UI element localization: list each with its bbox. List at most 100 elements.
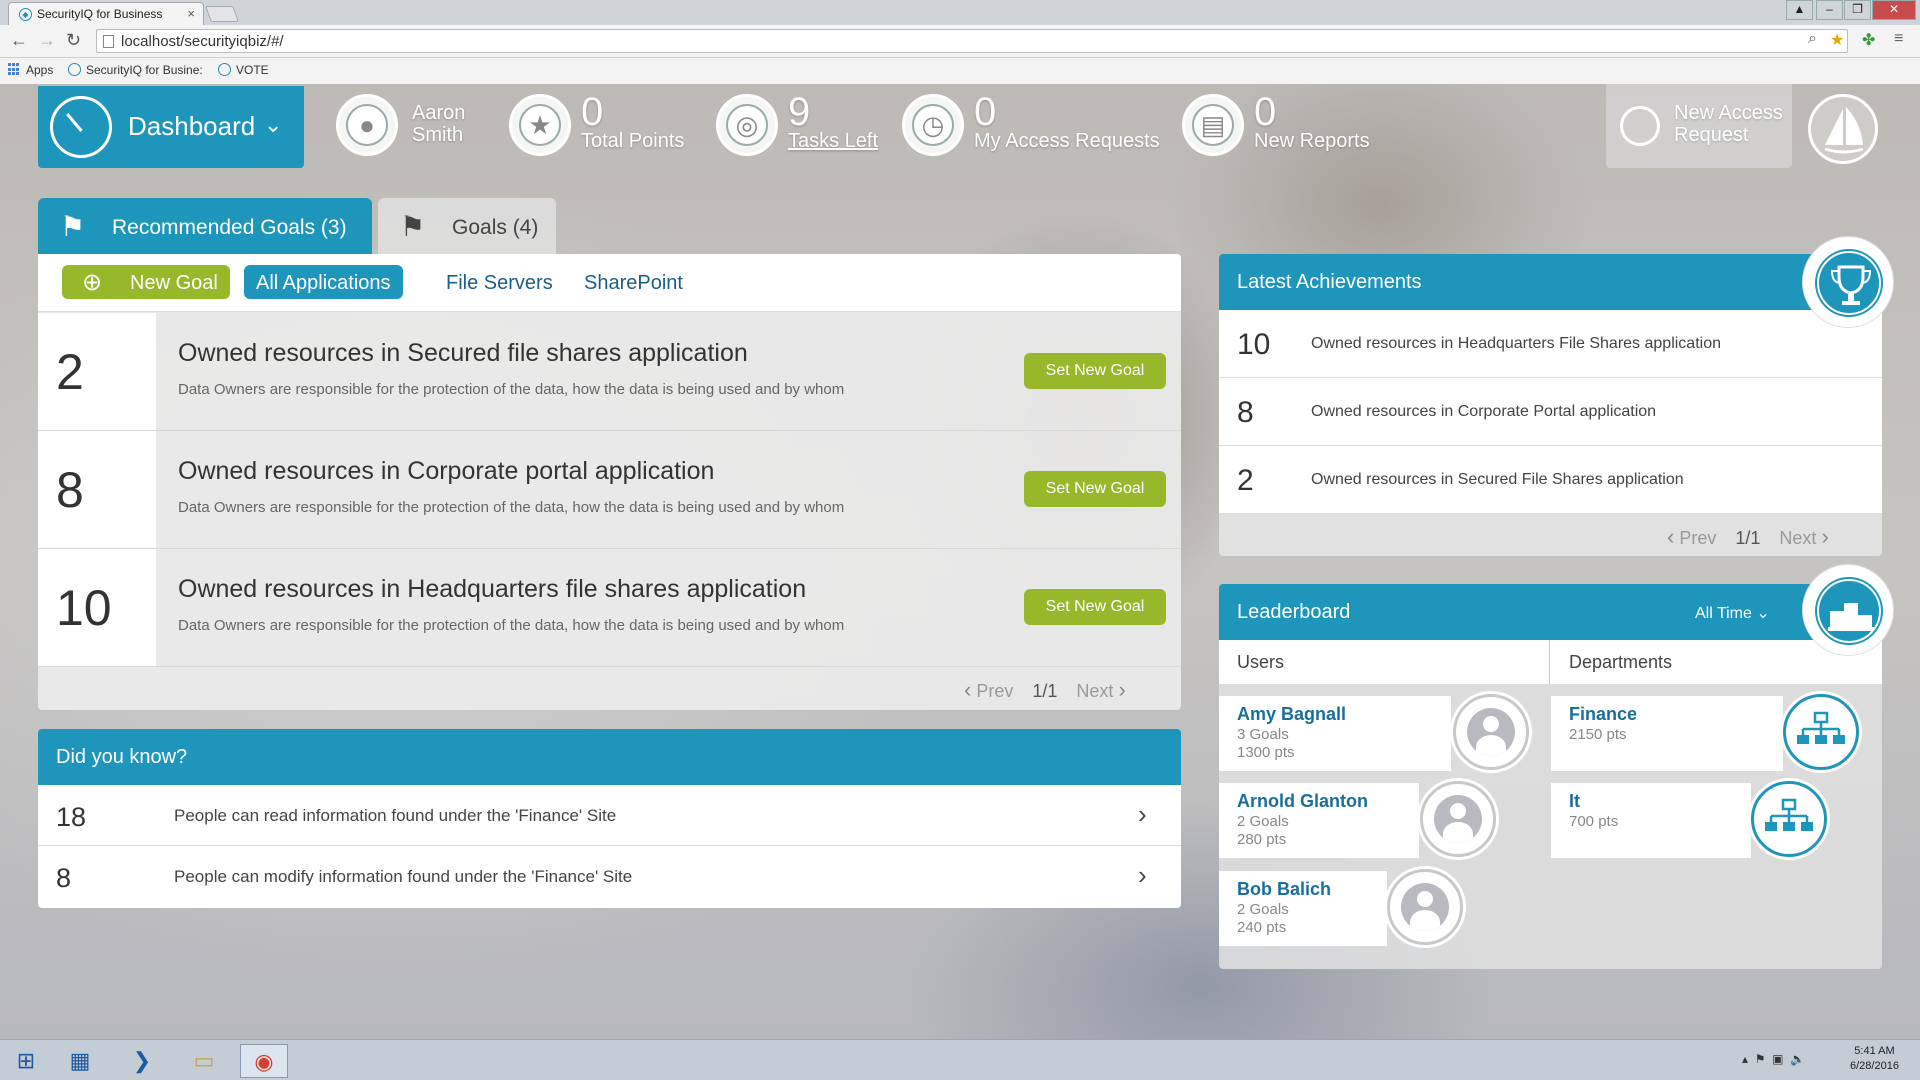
user-silhouette-icon [1434,795,1482,843]
browser-tab[interactable]: ◆ SecurityIQ for Business × [8,2,204,25]
org-chart-icon [1751,781,1827,857]
column-divider [1549,640,1550,684]
period-dropdown[interactable]: All Time ⌄ [1695,603,1770,623]
leaderboard-department[interactable]: Finance 2150 pts [1551,696,1783,771]
menu-icon[interactable]: ≡ [1894,30,1903,48]
clock[interactable]: 5:41 AM 6/28/2016 [1850,1044,1899,1074]
set-new-goal-button[interactable]: Set New Goal [1024,471,1166,507]
department-name: It [1569,791,1580,811]
period-value: All Time [1695,605,1752,622]
avatar [1387,869,1463,945]
filter-file-servers[interactable]: File Servers [434,265,565,299]
restore-button[interactable]: ❐ [1844,0,1871,20]
next-button[interactable]: Next [1779,528,1816,548]
document-icon: ▤ [1182,94,1244,156]
latest-achievements-title: Latest Achievements [1219,254,1882,310]
achievement-text: Owned resources in Secured File Shares a… [1311,471,1684,488]
url-input[interactable]: localhost/securityiqbiz/#/ [96,29,1848,53]
prev-button[interactable]: Prev [976,681,1013,701]
system-tray[interactable]: ▴ ⚑ ▣ 🔈 [1742,1052,1805,1066]
leaderboard-user[interactable]: Amy Bagnall 3 Goals 1300 pts [1219,696,1451,771]
address-bar: ← → ↻ localhost/securityiqbiz/#/ ⌕ ★ ✤ ≡ [0,25,1920,58]
windows-start-icon[interactable]: ⊞ [2,1044,50,1078]
did-you-know-title: Did you know? [38,729,1181,785]
securityiq-favicon-icon: ◆ [19,8,32,21]
goal-row: 2 Owned resources in Secured file shares… [38,313,1181,431]
tab-title: SecurityIQ for Business [37,7,163,21]
did-you-know-row[interactable]: 8 People can modify information found un… [38,846,1181,907]
did-you-know-row[interactable]: 18 People can read information found und… [38,785,1181,846]
minimize-button[interactable]: – [1816,0,1843,20]
chevron-down-icon: ⌄ [1756,605,1770,622]
tab-goals[interactable]: ⚑ Goals (4) [378,198,556,254]
powershell-icon[interactable]: ❯ [118,1044,166,1078]
access-requests-value: 0 [974,90,997,134]
server-manager-icon[interactable]: ▦ [56,1044,104,1078]
bookmark-star-icon[interactable]: ★ [1830,30,1844,50]
user-icon[interactable]: ▲ [1786,0,1813,20]
avatar: ● [336,94,398,156]
chevron-right-icon[interactable]: › [1118,677,1125,702]
total-points-value: 0 [581,90,604,134]
new-reports-label: New Reports [1254,130,1370,152]
chevron-right-icon[interactable]: › [1138,799,1147,830]
reload-icon[interactable]: ↻ [66,30,81,51]
bookmark-securityiq[interactable]: SecurityIQ for Busine: [68,63,203,77]
set-new-goal-button[interactable]: Set New Goal [1024,353,1166,389]
leaderboard-user[interactable]: Bob Balich 2 Goals 240 pts [1219,871,1387,946]
bookmark-vote[interactable]: VOTE [218,63,269,77]
zoom-icon[interactable]: ⌕ [1808,30,1817,48]
leaderboard-panel: Leaderboard All Time ⌄ Users Departments… [1219,584,1882,969]
page-icon [103,35,114,48]
new-tab-button[interactable] [205,6,239,22]
user-name: Arnold Glanton [1237,791,1368,811]
next-button[interactable]: Next [1076,681,1113,701]
chevron-left-icon[interactable]: ‹ [964,677,971,702]
achievement-count: 2 [1237,464,1254,497]
leaderboard-department[interactable]: It 700 pts [1551,783,1751,858]
filter-all-applications[interactable]: All Applications [244,265,403,299]
column-departments: Departments [1569,652,1673,672]
forward-arrow-icon[interactable]: → [38,30,56,51]
user-name: Aaron Smith [412,102,465,146]
user-last-name: Smith [412,124,464,146]
file-explorer-icon[interactable]: ▭ [180,1044,228,1078]
new-access-request-button[interactable]: New Access Request [1606,84,1792,168]
access-requests-label: My Access Requests [974,130,1160,152]
achievements-pager: ‹ Prev 1/1 Next › [1667,524,1829,550]
close-window-button[interactable]: ✕ [1872,0,1916,20]
prev-button[interactable]: Prev [1679,528,1716,548]
dashboard-menu-button[interactable]: Dashboard ⌄ [38,86,304,168]
close-tab-icon[interactable]: × [187,6,195,21]
new-goal-button[interactable]: ⊕ New Goal [62,265,230,299]
chevron-right-icon[interactable]: › [1138,860,1147,891]
new-reports-value: 0 [1254,90,1277,134]
department-points: 700 pts [1569,813,1619,830]
sail-logo-icon[interactable] [1808,94,1878,164]
user-first-name: Aaron [412,102,466,124]
department-points: 2150 pts [1569,726,1627,743]
fact-text: People can modify information found unde… [174,867,633,886]
bookmark-apps[interactable]: Apps [8,63,53,77]
extension-icon[interactable]: ✤ [1862,30,1875,50]
fact-text: People can read information found under … [174,806,617,825]
user-silhouette-icon [1467,708,1515,756]
back-arrow-icon[interactable]: ← [10,30,28,51]
tab-recommended-goals[interactable]: ⚑ Recommended Goals (3) [38,198,372,254]
chrome-icon[interactable]: ◉ [240,1044,288,1078]
windows-taskbar: ⊞ ▦ ❯ ▭ ◉ ▴ ⚑ ▣ 🔈 5:41 AM 6/28/2016 [0,1039,1920,1080]
bookmark-label: SecurityIQ for Busine: [86,63,203,77]
user-points: 1300 pts [1237,744,1295,761]
filter-sharepoint[interactable]: SharePoint [572,265,695,299]
chevron-right-icon[interactable]: › [1821,524,1828,549]
leaderboard-user[interactable]: Arnold Glanton 2 Goals 280 pts [1219,783,1419,858]
user-silhouette-icon: ● [346,104,388,146]
org-chart-icon [1783,694,1859,770]
star-icon: ★ [509,94,571,156]
achievement-row: 10 Owned resources in Headquarters File … [1219,310,1882,378]
chevron-left-icon[interactable]: ‹ [1667,524,1674,549]
page-indicator: 1/1 [1032,681,1058,701]
tasks-left-link[interactable]: Tasks Left [788,130,878,153]
set-new-goal-button[interactable]: Set New Goal [1024,589,1166,625]
user-silhouette-icon [1401,883,1449,931]
